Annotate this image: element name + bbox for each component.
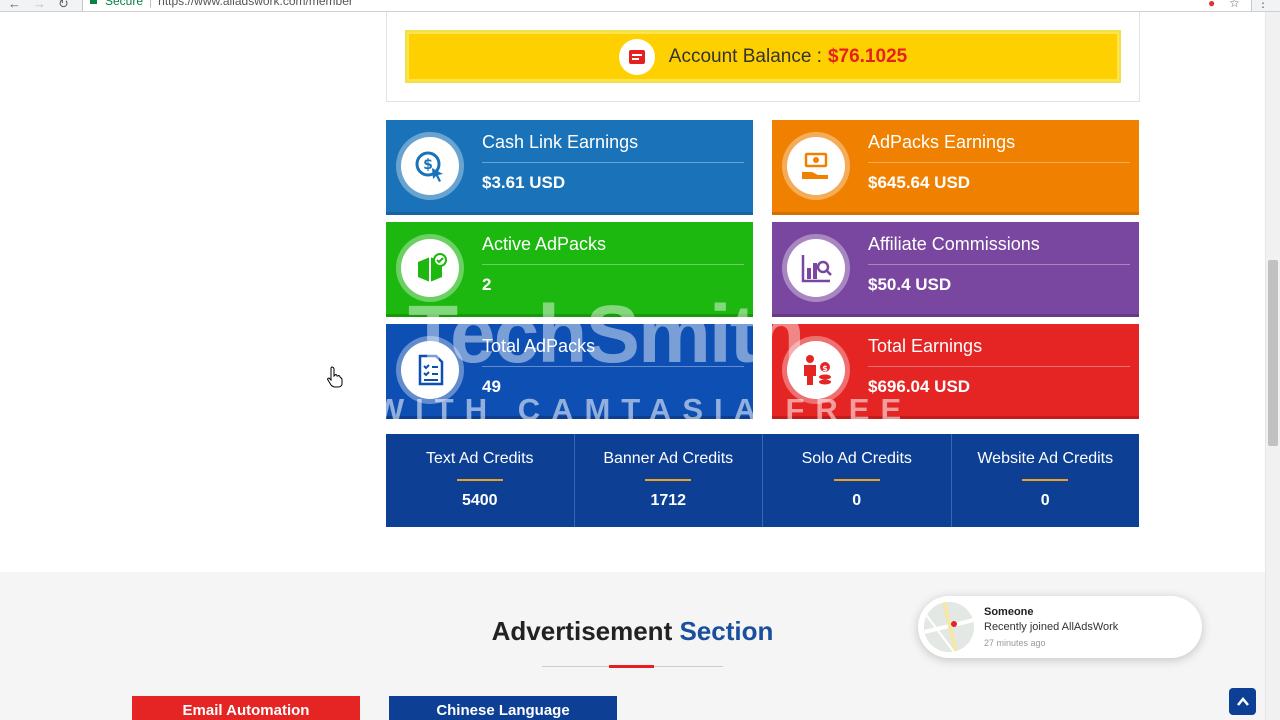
credit-value: 0	[852, 492, 862, 509]
credit-solo-ad: Solo Ad Credits 0	[763, 434, 952, 527]
card-value: $50.4 USD	[868, 275, 952, 294]
scrollbar-thumb[interactable]	[1268, 260, 1278, 446]
page-content: Account Balance : $76.1025 $ Cash Link E…	[0, 12, 1265, 720]
credit-label: Banner Ad Credits	[603, 450, 734, 467]
credit-label: Website Ad Credits	[977, 450, 1114, 467]
dollar-cursor-icon: $	[401, 137, 459, 195]
chart-search-icon	[787, 239, 845, 297]
signup-notification[interactable]: Someone Recently joined AllAdsWork 27 mi…	[918, 596, 1202, 658]
account-balance-panel: Account Balance : $76.1025	[386, 12, 1140, 102]
svg-text:$: $	[423, 157, 433, 173]
svg-text:$: $	[822, 364, 828, 373]
card-label: Total AdPacks	[482, 336, 596, 356]
credit-banner-ad: Banner Ad Credits 1712	[575, 434, 763, 527]
forward-icon[interactable]: →	[33, 0, 46, 11]
wallet-icon	[618, 38, 655, 75]
notification-time: 27 minutes ago	[984, 638, 1046, 648]
section-title-main: Advertisement	[491, 616, 673, 646]
hand-cursor-icon	[327, 366, 343, 388]
account-balance-amount: $76.1025	[827, 45, 908, 67]
card-value: $645.64 USD	[868, 173, 971, 192]
card-adpacks-earnings[interactable]: AdPacks Earnings $645.64 USD	[772, 120, 1139, 215]
email-automation-button[interactable]: Email Automation	[132, 696, 360, 720]
card-value: 49	[482, 377, 501, 396]
card-cash-link-earnings[interactable]: $ Cash Link Earnings $3.61 USD	[386, 120, 753, 215]
card-label: Affiliate Commissions	[868, 234, 1040, 254]
account-balance-bar: Account Balance : $76.1025	[405, 30, 1121, 83]
card-label: Cash Link Earnings	[482, 132, 639, 152]
card-affiliate-commissions[interactable]: Affiliate Commissions $50.4 USD	[772, 222, 1139, 317]
secure-label: Secure	[105, 0, 144, 8]
url-text: https://www.alladswork.com/member	[158, 0, 353, 8]
scrollbar[interactable]	[1265, 12, 1280, 720]
notification-user: Someone	[984, 606, 1034, 618]
notification-message: Recently joined AllAdsWork	[984, 621, 1119, 633]
menu-icon[interactable]: ⋮	[1257, 0, 1269, 10]
credit-label: Text Ad Credits	[425, 450, 534, 467]
credit-label: Solo Ad Credits	[801, 450, 912, 467]
credit-value: 1712	[650, 492, 687, 509]
document-list-icon	[401, 341, 459, 399]
package-check-icon	[401, 239, 459, 297]
card-active-adpacks[interactable]: Active AdPacks 2	[386, 222, 753, 317]
card-value: $696.04 USD	[868, 377, 971, 396]
credit-value: 0	[1040, 492, 1050, 509]
chevron-up-icon	[1236, 696, 1249, 706]
account-balance-label: Account Balance :	[668, 45, 822, 67]
credit-text-ad: Text Ad Credits 5400	[386, 434, 575, 527]
bookmark-star-icon[interactable]: ☆	[1229, 0, 1240, 10]
scroll-to-top-button[interactable]	[1229, 688, 1256, 715]
section-title-accent: Section	[679, 616, 774, 646]
address-bar[interactable]: Secure | https://www.alladswork.com/member	[82, 0, 1252, 11]
lock-icon	[90, 0, 97, 4]
money-hand-icon	[787, 137, 845, 195]
credit-value: 5400	[461, 492, 498, 509]
reload-icon[interactable]: ↻	[58, 0, 69, 11]
back-icon[interactable]: ←	[8, 0, 21, 11]
person-coins-icon: $	[787, 341, 845, 399]
credit-website-ad: Website Ad Credits 0	[952, 434, 1140, 527]
card-label: Total Earnings	[868, 336, 983, 356]
card-value: 2	[482, 275, 492, 294]
card-total-adpacks[interactable]: Total AdPacks 49	[386, 324, 753, 419]
card-value: $3.61 USD	[482, 173, 566, 192]
extension-icon[interactable]: ●	[1208, 0, 1215, 10]
ad-credits-panel: Text Ad Credits 5400 Banner Ad Credits 1…	[386, 434, 1139, 527]
card-total-earnings[interactable]: $ Total Earnings $696.04 USD	[772, 324, 1139, 419]
card-label: Active AdPacks	[482, 234, 607, 254]
card-label: AdPacks Earnings	[868, 132, 1016, 152]
map-thumbnail-icon	[924, 602, 974, 652]
chinese-language-button[interactable]: Chinese Language	[389, 696, 617, 720]
browser-toolbar: ← → ↻ Secure | https://www.alladswork.com/…	[0, 0, 1280, 12]
